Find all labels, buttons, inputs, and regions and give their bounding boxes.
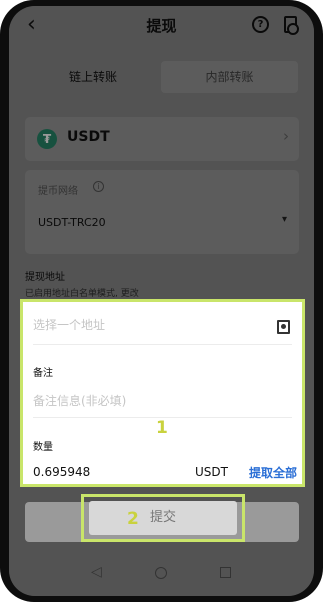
quantity-unit: USDT [195,465,228,479]
tab-internal-transfer[interactable]: 内部转账 [161,61,298,93]
tab-onchain-transfer[interactable]: 链上转账 [25,61,161,93]
step-2-marker: 2 [127,509,139,529]
header-bar: ‹ 提现 ? [9,6,314,46]
phone-frame: ‹ 提现 ? 链上转账 内部转账 ₮ USDT › 提币网络 i USDT-TR… [0,0,323,602]
step-1-marker: 1 [156,418,168,438]
tether-logo-icon: ₮ [37,129,57,149]
withdraw-all-link[interactable]: 提取全部 [249,464,297,481]
nav-home-icon[interactable] [155,567,167,579]
record-icon[interactable] [284,16,299,35]
address-book-icon[interactable] [277,320,290,334]
system-nav-bar: ◁ [9,552,314,596]
address-title: 提现地址 [25,272,65,283]
app-screen: ‹ 提现 ? 链上转账 内部转账 ₮ USDT › 提币网络 i USDT-TR… [9,6,314,596]
nav-back-icon[interactable]: ◁ [91,564,102,580]
network-selector[interactable]: 提币网络 i USDT-TRC20 ▾ [25,170,299,254]
submit-button[interactable]: 提交 [89,501,237,535]
quantity-label: 数量 [33,442,53,453]
caret-down-icon: ▾ [281,214,287,225]
nav-recents-icon[interactable] [220,567,231,578]
address-input[interactable] [33,318,263,332]
coin-selector[interactable]: ₮ USDT › [25,117,299,161]
network-value: USDT-TRC20 [38,216,106,229]
divider [33,344,292,345]
info-icon[interactable]: i [93,181,104,192]
help-icon[interactable]: ? [252,16,269,33]
highlighted-form: 备注 1 数量 0.695948 USDT 提取全部 [20,299,305,487]
network-label: 提币网络 [38,186,78,197]
memo-label: 备注 [33,368,53,379]
whitelist-hint[interactable]: 已启用地址白名单模式, 更改 [25,286,139,299]
memo-input[interactable] [33,394,263,408]
chevron-right-icon: › [283,127,289,145]
quantity-input[interactable]: 0.695948 [33,465,90,479]
coin-name: USDT [67,129,110,145]
